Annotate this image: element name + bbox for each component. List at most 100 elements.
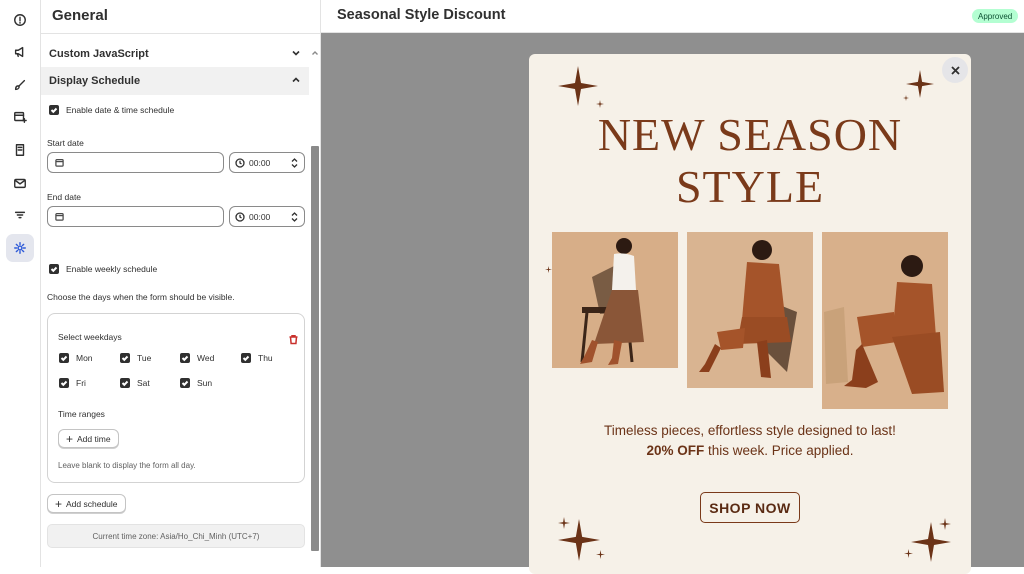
settings-panel: General Custom JavaScript Display Schedu…	[41, 0, 321, 567]
weekday-checkbox-mon[interactable]: Mon	[59, 353, 93, 363]
weekday-checkbox-fri[interactable]: Fri	[59, 378, 86, 388]
offer-text: this week. Price applied.	[704, 443, 854, 458]
close-icon	[950, 65, 960, 75]
checkbox-checked-icon	[180, 353, 190, 363]
headline-line-1: NEW SEASON	[597, 109, 903, 160]
time-ranges-hint: Leave blank to display the form all day.	[58, 461, 196, 470]
panel-title: General	[52, 7, 108, 24]
weekday-checkbox-wed[interactable]: Wed	[180, 353, 214, 363]
sparkle-icon	[939, 517, 951, 530]
weekday-label: Sun	[197, 378, 213, 388]
status-badge: Approved	[972, 9, 1019, 23]
checkbox-checked-icon	[120, 378, 130, 388]
popup-headline: NEW SEASON STYLE	[529, 109, 971, 213]
end-date-label: End date	[47, 192, 82, 202]
checkbox-checked-icon	[59, 378, 69, 388]
weekdays-label: Select weekdays	[58, 332, 122, 342]
weekday-label: Sat	[137, 378, 150, 388]
mail-icon[interactable]	[6, 169, 34, 197]
add-schedule-label: Add schedule	[66, 498, 118, 509]
start-time-select[interactable]: 00:00	[229, 152, 305, 173]
popup-preview: NEW SEASON STYLE Timeless pieces, effort…	[529, 54, 971, 574]
scroll-up-arrow-icon[interactable]	[311, 44, 319, 55]
plus-icon: +	[66, 431, 74, 446]
gear-icon[interactable]	[6, 234, 34, 262]
offer-discount: 20% OFF	[646, 443, 705, 458]
product-photo-2	[687, 232, 813, 388]
plus-icon: +	[55, 496, 63, 511]
checkbox-checked-icon	[49, 264, 59, 274]
panel-scrollbar[interactable]	[311, 146, 319, 551]
sparkle-icon	[558, 516, 570, 529]
start-date-label: Start date	[47, 138, 84, 148]
weekday-checkbox-thu[interactable]: Thu	[241, 353, 273, 363]
time-ranges-label: Time ranges	[58, 409, 105, 419]
brush-icon[interactable]	[6, 71, 34, 99]
end-date-input[interactable]	[47, 206, 224, 227]
select-arrows-icon	[291, 212, 298, 222]
form-add-icon[interactable]	[6, 103, 34, 131]
weekday-label: Fri	[76, 378, 86, 388]
sparkle-icon	[558, 66, 598, 106]
preview-canvas: NEW SEASON STYLE Timeless pieces, effort…	[321, 33, 1024, 574]
clock-icon	[235, 157, 245, 168]
add-time-button[interactable]: + Add time	[58, 429, 119, 448]
checkbox-label: Enable date & time schedule	[66, 105, 175, 115]
megaphone-icon[interactable]	[6, 38, 34, 66]
start-time-value: 00:00	[249, 157, 271, 168]
sparkle-icon	[596, 546, 605, 559]
info-icon[interactable]	[6, 6, 34, 34]
calendar-icon	[55, 212, 64, 221]
sparkle-icon	[545, 260, 552, 273]
select-arrows-icon	[291, 158, 298, 168]
clock-icon	[235, 211, 245, 222]
weekday-checkbox-sat[interactable]: Sat	[120, 378, 150, 388]
weekday-checkbox-sun[interactable]: Sun	[180, 378, 212, 388]
checkbox-checked-icon	[241, 353, 251, 363]
checkbox-checked-icon	[59, 353, 69, 363]
popup-offer: 20% OFF this week. Price applied.	[529, 443, 971, 458]
sparkle-icon	[596, 95, 604, 108]
chevron-up-icon	[291, 75, 301, 85]
weekday-label: Tue	[137, 353, 152, 363]
accordion-label: Display Schedule	[49, 75, 141, 87]
weekday-checkbox-tue[interactable]: Tue	[120, 353, 151, 363]
headline-line-2: STYLE	[675, 161, 825, 212]
checkbox-checked-icon	[120, 353, 130, 363]
checkbox-checked-icon	[180, 378, 190, 388]
end-time-select[interactable]: 00:00	[229, 206, 305, 227]
timezone-info: Current time zone: Asia/Ho_Chi_Minh (UTC…	[47, 524, 305, 548]
calendar-icon	[55, 158, 64, 167]
weekday-label: Thu	[258, 353, 273, 363]
delete-schedule-icon[interactable]	[288, 332, 299, 345]
product-photo-3	[822, 232, 948, 409]
end-time-value: 00:00	[249, 211, 271, 222]
product-photo-1	[552, 232, 678, 368]
icon-rail	[0, 0, 41, 567]
accordion-display-schedule[interactable]: Display Schedule	[41, 67, 309, 95]
checkbox-label: Enable weekly schedule	[66, 264, 158, 274]
add-time-label: Add time	[77, 433, 111, 444]
start-date-input[interactable]	[47, 152, 224, 173]
page-title: Seasonal Style Discount	[337, 7, 506, 23]
sparkle-icon	[906, 70, 934, 98]
enable-weekly-checkbox[interactable]: Enable weekly schedule	[49, 264, 157, 274]
weekly-help-text: Choose the days when the form should be …	[47, 292, 235, 302]
accordion-custom-javascript[interactable]: Custom JavaScript	[41, 40, 309, 68]
chevron-down-icon	[291, 48, 301, 58]
weekly-schedule-card: Select weekdays Mon Tue Wed Thu Fri Sat …	[47, 313, 305, 483]
weekday-label: Wed	[197, 353, 215, 363]
add-schedule-button[interactable]: + Add schedule	[47, 494, 126, 513]
enable-datetime-checkbox[interactable]: Enable date & time schedule	[49, 105, 174, 115]
book-icon[interactable]	[6, 136, 34, 164]
popup-tagline: Timeless pieces, effortless style design…	[604, 423, 896, 438]
checkbox-checked-icon	[49, 105, 59, 115]
preview-header: Seasonal Style Discount Approved	[321, 0, 1024, 33]
shop-now-button[interactable]: SHOP NOW	[700, 492, 800, 523]
sparkle-icon	[903, 88, 909, 101]
sparkle-icon	[904, 545, 913, 558]
close-popup-button[interactable]	[942, 57, 968, 83]
filter-icon[interactable]	[6, 201, 34, 229]
weekday-label: Mon	[76, 353, 93, 363]
divider	[41, 33, 320, 34]
